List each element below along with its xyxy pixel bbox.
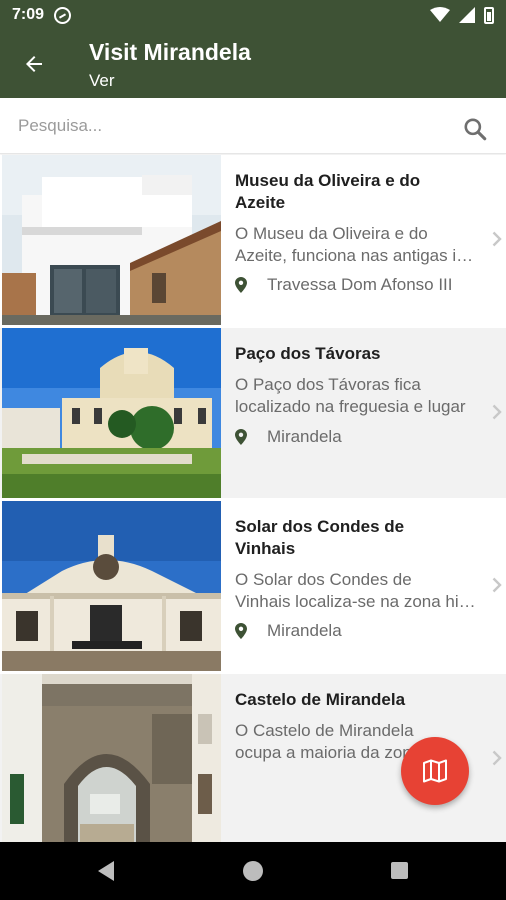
search-bar: [0, 98, 506, 154]
status-time: 7:09: [12, 6, 45, 23]
item-description-line: O Museu da Oliveira e do: [235, 224, 428, 243]
app-title: Visit Mirandela: [89, 39, 251, 65]
map-icon: [423, 759, 447, 783]
item-body: Paço dos Távoras O Paço dos Távoras fica…: [222, 328, 506, 498]
list-item[interactable]: Museu da Oliveira e do Azeite O Museu da…: [0, 155, 506, 325]
chevron-right-icon: [492, 404, 502, 420]
item-description-line: O Paço dos Távoras fica: [235, 375, 421, 394]
item-title: Paço dos Távoras: [235, 343, 480, 365]
item-title-line: Museu da Oliveira e do: [235, 171, 421, 190]
place-image: [2, 501, 221, 671]
item-location: Travessa Dom Afonso III: [235, 275, 480, 295]
chevron-right-icon: [492, 577, 502, 593]
place-image: [2, 674, 221, 842]
nav-home-icon[interactable]: [243, 861, 263, 881]
status-icons: [430, 6, 494, 24]
item-title-line: Solar dos Condes de: [235, 517, 405, 536]
nav-recents-icon[interactable]: [391, 862, 408, 879]
location-pin-icon: [235, 623, 247, 639]
item-description-line: Vinhais localiza-se na zona histórica: [235, 592, 480, 611]
location-pin-icon: [235, 277, 247, 293]
item-title: Castelo de Mirandela: [235, 689, 480, 711]
item-description-line: O Solar dos Condes de: [235, 570, 412, 589]
item-body: Museu da Oliveira e do Azeite O Museu da…: [222, 155, 506, 325]
location-text: Mirandela: [267, 621, 342, 640]
item-description: O Museu da Oliveira e do Azeite, funcion…: [235, 223, 480, 267]
item-description: O Paço dos Távoras fica localizado na fr…: [235, 374, 480, 418]
list-item[interactable]: Paço dos Távoras O Paço dos Távoras fica…: [0, 328, 506, 498]
nav-back-icon[interactable]: [96, 860, 116, 882]
list-item[interactable]: Solar dos Condes de Vinhais O Solar dos …: [0, 501, 506, 671]
location-text: Mirandela: [267, 427, 342, 446]
item-description-line: Azeite, funciona nas antigas instalações: [235, 246, 480, 265]
item-title-line: Azeite: [235, 193, 286, 212]
search-button[interactable]: [460, 114, 490, 144]
sync-icon: [54, 6, 72, 24]
back-button[interactable]: [12, 42, 56, 86]
app-subtitle: Ver: [89, 71, 115, 90]
arrow-left-icon: [26, 56, 42, 72]
app-bar: Visit Mirandela Ver: [0, 30, 506, 98]
system-nav-bar: [0, 842, 506, 900]
location-text: Travessa Dom Afonso III: [267, 275, 453, 294]
item-title: Museu da Oliveira e do Azeite: [235, 170, 480, 214]
signal-icon: [459, 7, 475, 23]
item-location: Mirandela: [235, 621, 480, 641]
place-image: [2, 155, 221, 325]
search-input[interactable]: [18, 112, 438, 140]
item-title-line: Paço dos Távoras: [235, 344, 381, 363]
wifi-icon: [430, 7, 450, 22]
item-title-line: Vinhais: [235, 539, 296, 558]
item-description: O Solar dos Condes de Vinhais localiza-s…: [235, 569, 480, 613]
item-title-line: Castelo de Mirandela: [235, 690, 406, 709]
item-location: Mirandela: [235, 427, 480, 447]
chevron-right-icon: [492, 750, 502, 766]
status-bar: 7:09: [0, 0, 506, 30]
map-button[interactable]: [401, 737, 469, 805]
item-description-line: localizado na freguesia e lugar: [235, 397, 466, 416]
item-body: Solar dos Condes de Vinhais O Solar dos …: [222, 501, 506, 671]
location-pin-icon: [235, 429, 247, 445]
battery-icon: [484, 6, 494, 24]
search-icon: [464, 118, 487, 141]
item-title: Solar dos Condes de Vinhais: [235, 516, 480, 560]
chevron-right-icon: [492, 231, 502, 247]
place-image: [2, 328, 221, 498]
